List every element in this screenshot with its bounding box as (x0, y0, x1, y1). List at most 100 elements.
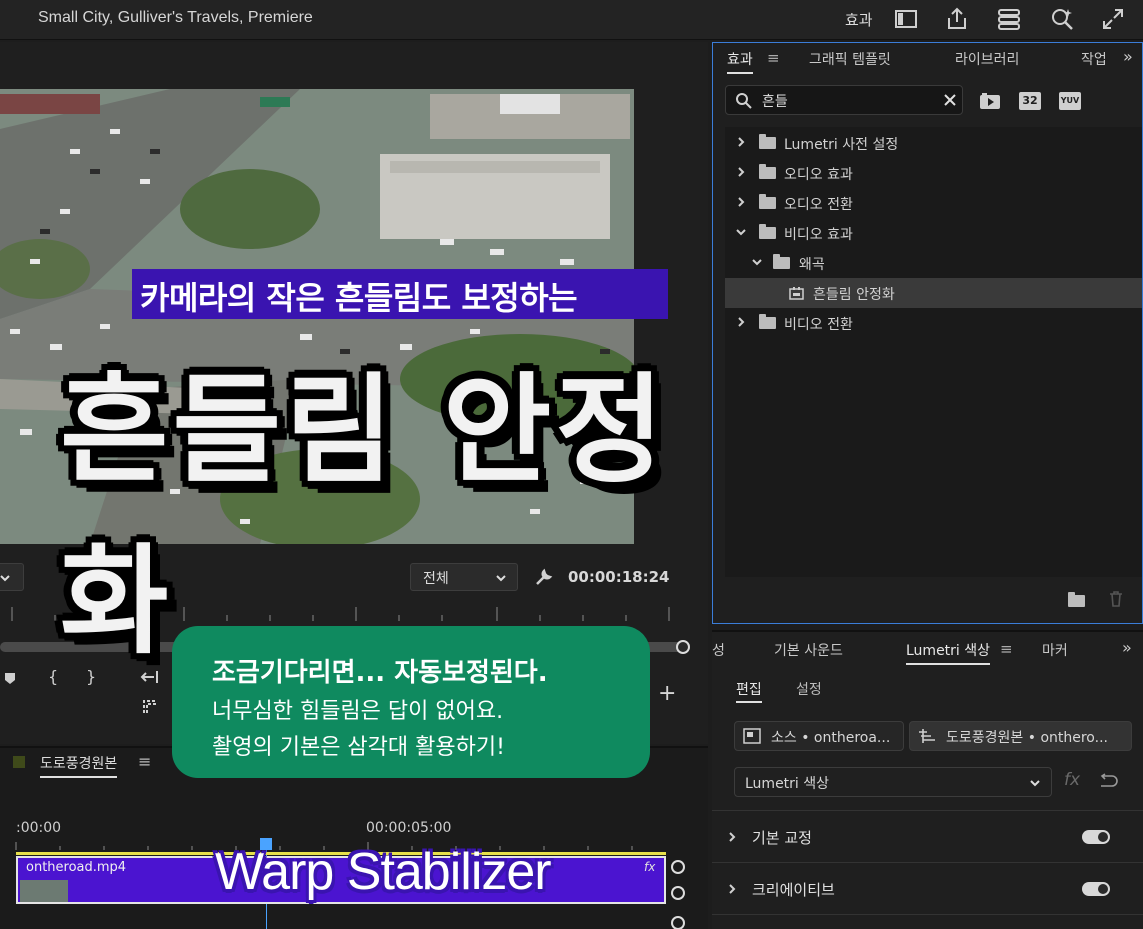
tab-sequence[interactable]: 도로풍경원본 (40, 753, 118, 778)
tip-line-3: 촬영의 기본은 삼각대 활용하기! (212, 735, 505, 760)
track-scroll-handle[interactable] (671, 916, 685, 929)
tree-item-audio-effects[interactable]: 오디오 효과 (725, 158, 1142, 188)
reset-icon[interactable] (1098, 773, 1118, 787)
chevron-right-icon[interactable] (735, 196, 747, 208)
effects-tree: Lumetri 사전 설정 오디오 효과 오디오 전환 비디오 효과 왜곡 흔들… (725, 127, 1142, 577)
add-marker-icon[interactable] (3, 671, 17, 685)
folder-icon (759, 164, 776, 179)
fit-select-value: 전체 (423, 571, 449, 587)
tree-item-label: Lumetri 사전 설정 (784, 137, 899, 153)
effect-select-value: Lumetri 색상 (745, 776, 830, 792)
folder-icon (759, 194, 776, 209)
chevron-down-icon (0, 575, 10, 582)
export-icon[interactable] (944, 6, 970, 32)
tab-tasks[interactable]: 작업 (1081, 49, 1107, 69)
tab-menu-icon[interactable]: ≡ (138, 752, 151, 771)
tree-item-lumetri-presets[interactable]: Lumetri 사전 설정 (725, 128, 1142, 158)
clear-search-icon[interactable] (944, 94, 956, 106)
button-editor-add-icon[interactable]: + (658, 681, 676, 706)
effects-search[interactable]: 흔들 (725, 85, 963, 115)
chevron-down-icon[interactable] (735, 226, 747, 238)
effect-select[interactable]: Lumetri 색상 (734, 767, 1052, 797)
tab-markers[interactable]: 마커 (1042, 640, 1068, 660)
chevron-down-icon (496, 575, 506, 582)
workspace-label[interactable]: 효과 (845, 9, 873, 30)
subtab-settings[interactable]: 설정 (796, 679, 822, 699)
wrench-icon[interactable] (534, 567, 554, 587)
accelerated-effects-icon[interactable] (979, 92, 1001, 110)
tree-item-audio-transitions[interactable]: 오디오 전환 (725, 188, 1142, 218)
section-toggle[interactable] (1082, 882, 1110, 896)
tab-overflow-icon[interactable]: » (1122, 638, 1132, 657)
chevron-right-icon[interactable] (735, 136, 747, 148)
32bit-icon[interactable]: 32 (1019, 92, 1041, 110)
chevron-down-icon[interactable] (751, 256, 763, 268)
tree-item-label: 비디오 전환 (784, 317, 853, 333)
section-basic-correction[interactable]: 기본 교정 (712, 812, 1143, 862)
new-bin-icon[interactable] (1068, 592, 1085, 607)
export-frame-icon[interactable] (142, 699, 158, 715)
section-creative[interactable]: 크리에이티브 (712, 864, 1143, 914)
fullscreen-icon[interactable] (1100, 6, 1126, 32)
folder-icon (773, 254, 790, 269)
chevron-right-icon[interactable] (735, 316, 747, 328)
track-scroll-handle[interactable] (671, 860, 685, 874)
search-icon (736, 93, 752, 109)
zoom-select[interactable] (0, 563, 24, 591)
folder-icon (759, 314, 776, 329)
fit-select[interactable]: 전체 (410, 563, 518, 591)
chevron-right-icon[interactable] (726, 883, 738, 895)
tip-line-1: 조금기다리면... 자동보정된다. (212, 658, 548, 688)
search-zoom-icon[interactable] (1049, 6, 1075, 32)
trash-icon[interactable] (1109, 591, 1123, 607)
sequence-clip-chip[interactable]: 도로풍경원본 • onthero... (909, 721, 1132, 751)
star-folder-icon (759, 134, 776, 149)
chevron-right-icon[interactable] (726, 831, 738, 843)
tree-item-label: 비디오 효과 (784, 227, 853, 243)
tab-libraries[interactable]: 라이브러리 (955, 49, 1019, 69)
playhead-timecode: 00:00:18:24 (568, 568, 670, 586)
window-title: Small City, Gulliver's Travels, Premiere (38, 9, 313, 26)
tab-effects[interactable]: 효과 (727, 49, 753, 74)
scroll-handle[interactable] (676, 640, 690, 654)
tree-item-label: 흔들림 안정화 (813, 287, 895, 303)
chevron-down-icon (1030, 780, 1040, 787)
big-title: 흔들림 안정화 (60, 361, 668, 670)
sub-caption: 카메라의 작은 흔들림도 보정하는 (132, 269, 668, 319)
sequence-color-label (13, 756, 25, 768)
tab-audio-clip-mixer[interactable]: 성 (712, 640, 725, 660)
tab-graphic-templates[interactable]: 그래픽 템플릿 (809, 49, 891, 69)
source-clip-label: 소스 • ontheroa... (771, 730, 891, 746)
tree-item-video-transitions[interactable]: 비디오 전환 (725, 308, 1142, 338)
section-label: 기본 교정 (752, 829, 812, 847)
tab-lumetri-color[interactable]: Lumetri 색상 (906, 640, 991, 665)
tip-line-2: 너무심한 힘들림은 답이 없어요. (212, 699, 504, 724)
source-clip-chip[interactable]: 소스 • ontheroa... (734, 721, 904, 751)
tab-menu-icon[interactable]: ≡ (767, 49, 780, 67)
tip-callout: 조금기다리면... 자동보정된다. 너무심한 힘들림은 답이 없어요. 촬영의 … (172, 626, 650, 778)
tab-menu-icon[interactable]: ≡ (1000, 640, 1013, 658)
chevron-right-icon[interactable] (735, 166, 747, 178)
search-input[interactable]: 흔들 (762, 91, 788, 111)
panel-layout-icon[interactable] (893, 6, 919, 32)
tab-essential-sound[interactable]: 기본 사운드 (774, 640, 843, 660)
quick-export-icon[interactable] (996, 6, 1022, 32)
subtab-edit[interactable]: 편집 (736, 679, 762, 703)
tree-item-warp-stabilizer[interactable]: 흔들림 안정화 (725, 278, 1142, 308)
folder-icon (759, 224, 776, 239)
clip-name: ontheroad.mp4 (26, 860, 127, 875)
tree-item-distort[interactable]: 왜곡 (725, 248, 1142, 278)
tree-item-label: 오디오 효과 (784, 167, 853, 183)
lumetri-panel: 성 기본 사운드 Lumetri 색상 ≡ 마커 » 편집 설정 소스 • on… (712, 630, 1143, 929)
section-label: 크리에이티브 (752, 881, 835, 899)
fx-toggle-icon[interactable]: fx (1064, 770, 1080, 790)
clip-fx-badge[interactable]: fx (644, 860, 655, 874)
tab-overflow-icon[interactable]: » (1123, 47, 1133, 66)
section-toggle[interactable] (1082, 830, 1110, 844)
mark-in-icon[interactable]: { (48, 667, 58, 686)
time-ruler-start: :00:00 (16, 820, 62, 836)
tree-item-video-effects[interactable]: 비디오 효과 (725, 218, 1142, 248)
yuv-icon[interactable]: YUV (1059, 92, 1081, 110)
sequence-icon (919, 729, 935, 743)
track-scroll-handle[interactable] (671, 886, 685, 900)
